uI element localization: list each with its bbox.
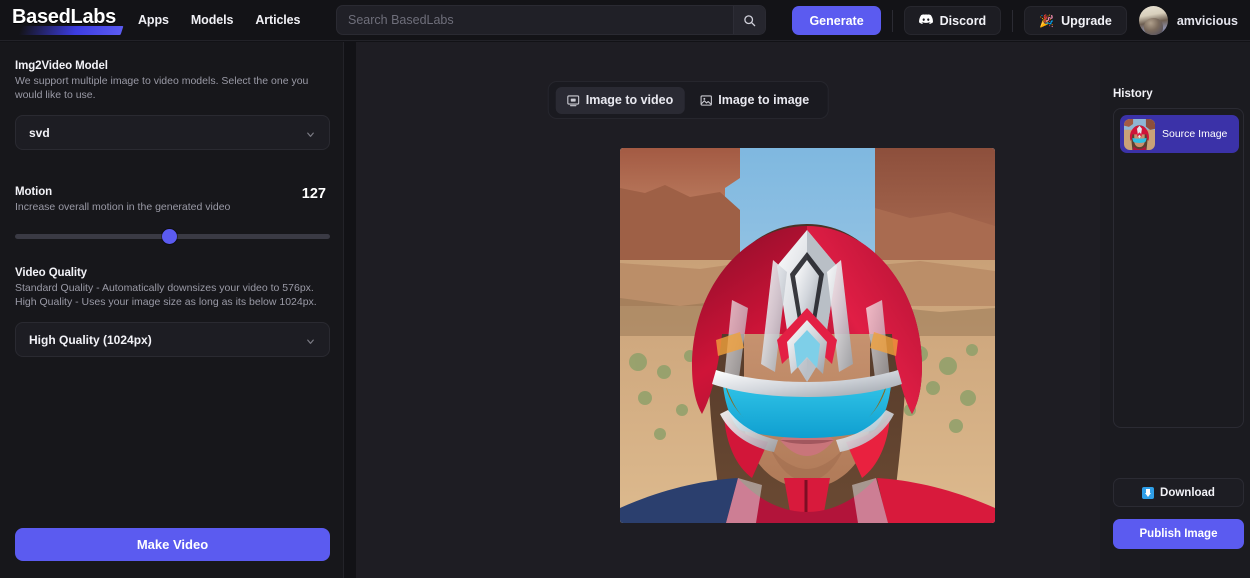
header-actions: Generate Discord 🎉 Upgrade amvicious — [792, 0, 1238, 41]
discord-button[interactable]: Discord — [904, 6, 1002, 35]
quality-field: Video Quality Standard Quality - Automat… — [15, 267, 328, 357]
make-video-button[interactable]: Make Video — [15, 528, 330, 561]
quality-description-line2: High Quality - Uses your image size as l… — [15, 295, 328, 309]
tab-image-to-video-label: Image to video — [586, 93, 674, 107]
header-divider-2 — [1012, 10, 1013, 32]
chevron-down-icon — [305, 334, 316, 345]
app-root: BasedLabs Apps Models Articles Generate — [0, 0, 1250, 578]
download-button[interactable]: Download — [1113, 478, 1244, 507]
history-panel: History — [1100, 42, 1250, 578]
publish-image-button[interactable]: Publish Image — [1113, 519, 1244, 549]
avatar — [1139, 6, 1168, 35]
quality-select-value: High Quality (1024px) — [29, 333, 152, 347]
image-icon — [699, 94, 712, 107]
model-label: Img2Video Model — [15, 60, 328, 72]
model-select-value: svd — [29, 126, 50, 140]
upgrade-button[interactable]: 🎉 Upgrade — [1024, 6, 1127, 35]
generate-button[interactable]: Generate — [792, 6, 880, 35]
motion-label: Motion — [15, 186, 230, 198]
brand-logo-text: BasedLabs — [12, 5, 122, 29]
chevron-down-icon — [305, 127, 316, 138]
tab-image-to-video[interactable]: Image to video — [556, 87, 685, 114]
model-select[interactable]: svd — [15, 115, 330, 150]
history-item-source-image[interactable]: Source Image — [1120, 115, 1239, 153]
brand-logo[interactable]: BasedLabs — [12, 5, 122, 35]
quality-label: Video Quality — [15, 267, 328, 279]
preview-image[interactable] — [620, 148, 995, 523]
upgrade-label: Upgrade — [1061, 14, 1112, 28]
motion-field: Motion Increase overall motion in the ge… — [15, 186, 328, 244]
mode-tabs: Image to video Image to image — [548, 81, 829, 119]
main-content: Image to video Image to image — [356, 42, 1100, 578]
discord-label: Discord — [940, 14, 987, 28]
nav-item-apps[interactable]: Apps — [138, 13, 169, 27]
tab-image-to-image[interactable]: Image to image — [688, 87, 820, 114]
username-label: amvicious — [1177, 14, 1238, 28]
user-menu[interactable]: amvicious — [1139, 6, 1238, 35]
model-description: We support multiple image to video model… — [15, 74, 320, 102]
quality-description-line1: Standard Quality - Automatically downsiz… — [15, 281, 328, 295]
tab-image-to-image-label: Image to image — [718, 93, 809, 107]
search-icon[interactable] — [733, 6, 765, 34]
main-nav: Apps Models Articles — [138, 13, 300, 27]
search-bar — [336, 5, 766, 35]
search-input[interactable] — [337, 6, 733, 34]
download-icon — [1142, 487, 1154, 499]
settings-sidebar: Img2Video Model We support multiple imag… — [0, 42, 344, 578]
motion-slider-thumb[interactable] — [162, 229, 177, 244]
history-item-thumbnail — [1124, 119, 1155, 150]
history-list[interactable]: Source Image — [1113, 108, 1244, 428]
quality-select[interactable]: High Quality (1024px) — [15, 322, 330, 357]
discord-icon — [919, 14, 933, 28]
monitor-icon — [567, 94, 580, 107]
model-field: Img2Video Model We support multiple imag… — [15, 60, 328, 150]
header-divider-1 — [892, 10, 893, 32]
history-title: History — [1113, 88, 1237, 100]
motion-description: Increase overall motion in the generated… — [15, 200, 230, 214]
motion-slider[interactable] — [15, 228, 330, 244]
history-item-label: Source Image — [1162, 128, 1227, 140]
nav-item-articles[interactable]: Articles — [255, 13, 300, 27]
top-header: BasedLabs Apps Models Articles Generate — [0, 0, 1250, 41]
download-label: Download — [1160, 487, 1215, 499]
motion-value: 127 — [302, 186, 328, 202]
party-popper-icon: 🎉 — [1039, 15, 1054, 27]
nav-item-models[interactable]: Models — [191, 13, 233, 27]
